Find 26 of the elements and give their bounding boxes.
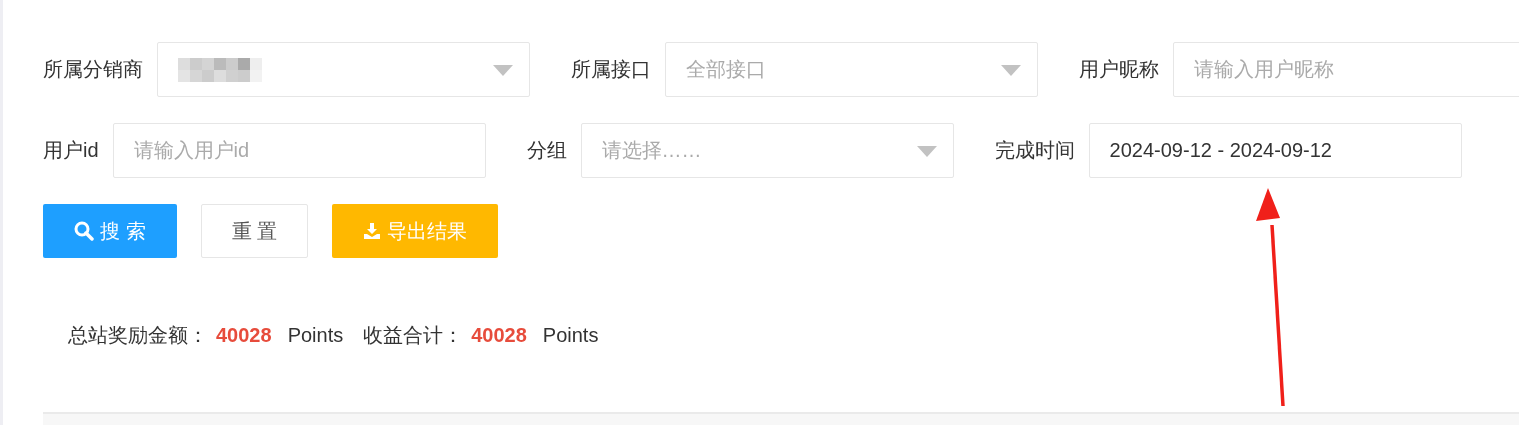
export-button[interactable]: 导出结果 <box>332 204 499 258</box>
caret-icon <box>493 65 513 76</box>
summary-unit: Points <box>542 324 599 347</box>
download-icon <box>363 222 382 240</box>
field-label: 用户昵称 <box>1079 57 1159 82</box>
dropdown-field[interactable]: 请选择…… <box>580 123 954 178</box>
input-field[interactable]: 请输入用户昵称 <box>1173 42 1519 97</box>
search-icon <box>74 221 94 241</box>
caret-icon <box>1001 65 1021 76</box>
summary-label: 总站奖励金额： <box>68 323 208 348</box>
field-label: 所属分销商 <box>43 57 143 82</box>
summary-amount: 40028 <box>471 324 527 347</box>
summary-amount: 40028 <box>216 324 272 347</box>
reset-button[interactable]: 重 置 <box>200 204 309 258</box>
input-field[interactable]: 请输入用户id <box>112 123 486 178</box>
field-label: 完成时间 <box>994 138 1075 163</box>
field-label: 用户id <box>43 138 99 163</box>
search-button[interactable]: 搜 索 <box>43 204 177 258</box>
input-field[interactable]: 2024-09-12 - 2024-09-12 <box>1088 123 1462 178</box>
summary-unit: Points <box>287 324 344 347</box>
dropdown-field[interactable] <box>157 42 530 97</box>
caret-icon <box>916 146 937 157</box>
summary-label: 收益合计： <box>363 323 464 348</box>
field-label: 所属接口 <box>571 57 651 82</box>
field-label: 分组 <box>526 138 567 163</box>
dropdown-field[interactable]: 全部接口 <box>665 42 1038 97</box>
